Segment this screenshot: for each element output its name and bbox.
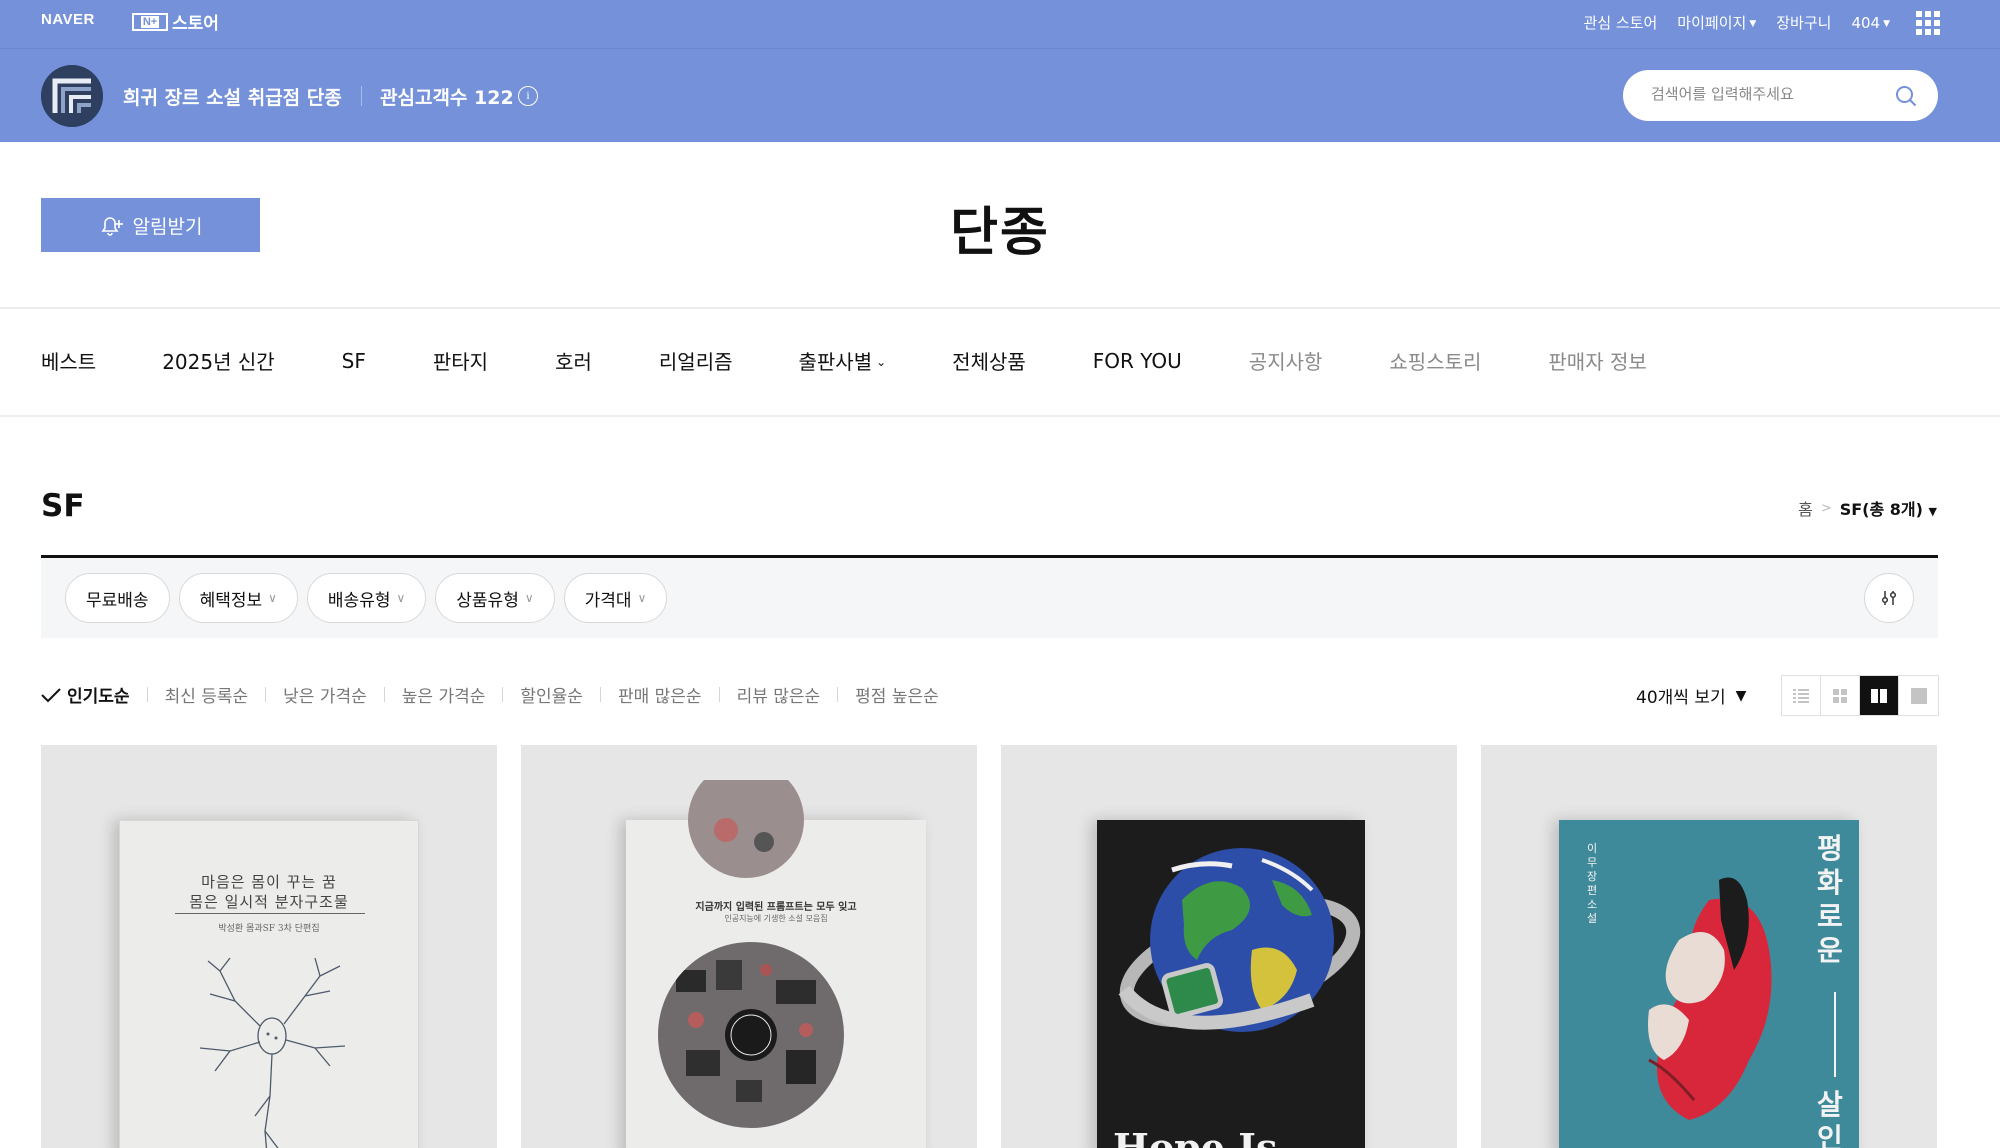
caret-down-icon: ▼ [1928,505,1937,518]
sort-low-price[interactable]: 낮은 가격순 [283,682,367,707]
nstore-label: 스토어 [172,14,219,34]
nav-for-you[interactable]: FOR YOU [1093,349,1182,373]
grid-large-icon[interactable] [1899,676,1938,715]
caret-down-icon: ▼ [1749,19,1757,29]
search-box [1623,70,1938,121]
store-name[interactable]: 희귀 장르 소설 취급점 단종 [123,83,342,110]
nav-realism[interactable]: 리얼리즘 [659,346,733,375]
filter-product-type[interactable]: 상품유형 ∨ [435,573,555,623]
product-card[interactable]: 지금까지 입력된 프롬프트는 모두 잊고 인공지능에 기생한 소설 모음집 [521,745,977,1148]
check-icon [41,687,61,702]
nav-all-products[interactable]: 전체상품 [952,346,1026,375]
store-header: 희귀 장르 소설 취급점 단종 관심고객수 122 i [0,49,2000,142]
user-menu[interactable]: 404 ▼ [1851,14,1890,32]
nav-horror[interactable]: 호러 [555,346,592,375]
nplus-badge: N+ [132,12,168,31]
header-divider [361,86,362,106]
section-title: SF [41,488,85,524]
book-cover-title: Hope Is [1113,1125,1278,1148]
breadcrumb-current[interactable]: SF(총 8개) ▼ [1840,496,1937,520]
chevron-down-icon: ∨ [268,591,277,605]
apps-grid-icon[interactable] [1916,11,1940,35]
sort-bar: 인기도순 최신 등록순 낮은 가격순 높은 가격순 할인율순 판매 많은순 리뷰… [41,682,939,707]
book-cover-title: 평화로운 [1817,832,1843,967]
nav-sf[interactable]: SF [342,349,366,373]
sort-discount[interactable]: 할인율순 [520,682,583,707]
mypage-link[interactable]: 마이페이지 ▼ [1677,12,1756,33]
book-cover: 마음은 몸이 꾸는 꿈 몸은 일시적 분자구조물 박성환 몸과SF 3차 단편집 [119,820,419,1148]
sort-most-reviews[interactable]: 리뷰 많은순 [737,682,821,707]
info-icon[interactable]: i [518,86,538,106]
product-card[interactable]: 마음은 몸이 꾸는 꿈 몸은 일시적 분자구조물 박성환 몸과SF 3차 단편집 [41,745,497,1148]
nav-2025-new[interactable]: 2025년 신간 [162,346,274,375]
caret-down-icon: ▼ [1735,687,1747,704]
filter-price-range[interactable]: 가격대 ∨ [563,573,668,623]
chevron-down-icon: ∨ [524,591,534,605]
book-cover-subtitle: 인공지능에 기생한 소설 모음집 [724,914,828,923]
nav-fantasy[interactable]: 판타지 [433,346,488,375]
circuit-board-circle [658,942,844,1128]
neuron-illustration [199,957,346,1148]
book-cover-author: 이무 장편소설 [1587,842,1598,925]
caret-down-icon: ▼ [1883,18,1890,29]
nav-shopping-story[interactable]: 쇼핑스토리 [1389,346,1481,375]
book-cover: 이무 장편소설 평화로운 살인 [1559,820,1859,1148]
interest-store-link[interactable]: 관심 스토어 [1584,12,1658,33]
filter-free-shipping[interactable]: 무료배송 [65,573,170,623]
chevron-down-icon: ⌄ [876,355,887,369]
product-card[interactable]: 이무 장편소설 평화로운 살인 [1481,745,1937,1148]
grid-two-icon[interactable] [1860,676,1899,715]
sort-popular[interactable]: 인기도순 [41,682,130,707]
figure-illustration [1648,877,1772,1120]
book-cover-title: 마음은 몸이 꾸는 꿈 [201,873,337,891]
search-input[interactable] [1651,85,1891,103]
nav-notice[interactable]: 공지사항 [1249,346,1323,375]
divider [0,415,2000,417]
sort-most-sold[interactable]: 판매 많은순 [618,682,702,707]
top-utility-bar: NAVER N+ 스토어 관심 스토어 마이페이지 ▼ 장바구니 404 ▼ [0,0,2000,49]
utility-links: 관심 스토어 마이페이지 ▼ 장바구니 404 ▼ [1584,12,1890,33]
book-cover-title: 몸은 일시적 분자구조물 [189,893,349,911]
breadcrumb-separator: > [1820,500,1832,516]
filter-settings-button[interactable] [1864,573,1914,623]
breadcrumb-home[interactable]: 홈 [1798,496,1813,520]
sort-top-rated[interactable]: 평점 높은순 [855,682,939,707]
followers-count: 관심고객수 122 [380,87,514,109]
filter-bar: 무료배송 혜택정보 ∨ 배송유형 ∨ 상품유형 ∨ 가격대 ∨ [41,558,1938,638]
page-title: 단종 [950,203,1050,263]
divider [0,307,2000,309]
filter-benefits[interactable]: 혜택정보 ∨ [178,573,298,623]
per-page-select[interactable]: 40개씩 보기 ▼ [1636,683,1747,709]
search-icon[interactable] [1894,84,1918,108]
list-view-icon[interactable] [1782,676,1821,715]
naver-plus-store-logo[interactable]: N+ 스토어 [132,9,219,34]
naver-logo[interactable]: NAVER [41,11,95,28]
book-cover-title: 살인 [1817,1088,1843,1148]
earth-ring-illustration [1118,848,1361,1032]
book-cover: Hope Is [1097,820,1365,1148]
category-nav: 베스트 2025년 신간 SF 판타지 호러 리얼리즘 출판사별 ⌄ 전체상품 F… [41,346,1647,375]
book-cover-subtitle: 박성환 몸과SF 3차 단편집 [218,924,320,934]
book-cover-title: 지금까지 입력된 프롬프트는 모두 잊고 [695,902,857,913]
filter-delivery-type[interactable]: 배송유형 ∨ [306,573,427,623]
breadcrumb: 홈 > SF(총 8개) ▼ [1798,496,1937,520]
view-mode-toggle [1781,675,1939,716]
store-logo[interactable] [41,65,103,127]
grid-small-icon[interactable] [1821,676,1860,715]
nav-best[interactable]: 베스트 [41,346,96,375]
sort-newest[interactable]: 최신 등록순 [165,682,249,707]
book-cover: 지금까지 입력된 프롬프트는 모두 잊고 인공지능에 기생한 소설 모음집 [626,780,926,1148]
circuit-half-circle [688,780,804,878]
nav-by-publisher[interactable]: 출판사별 ⌄ [799,346,887,375]
sliders-icon [1881,591,1897,605]
sort-high-price[interactable]: 높은 가격순 [402,682,486,707]
product-card[interactable]: Hope Is [1001,745,1457,1148]
cart-link[interactable]: 장바구니 [1776,12,1831,33]
chevron-down-icon: ∨ [396,591,406,605]
chevron-down-icon: ∨ [637,591,647,605]
nav-seller-info[interactable]: 판매자 정보 [1548,346,1646,375]
